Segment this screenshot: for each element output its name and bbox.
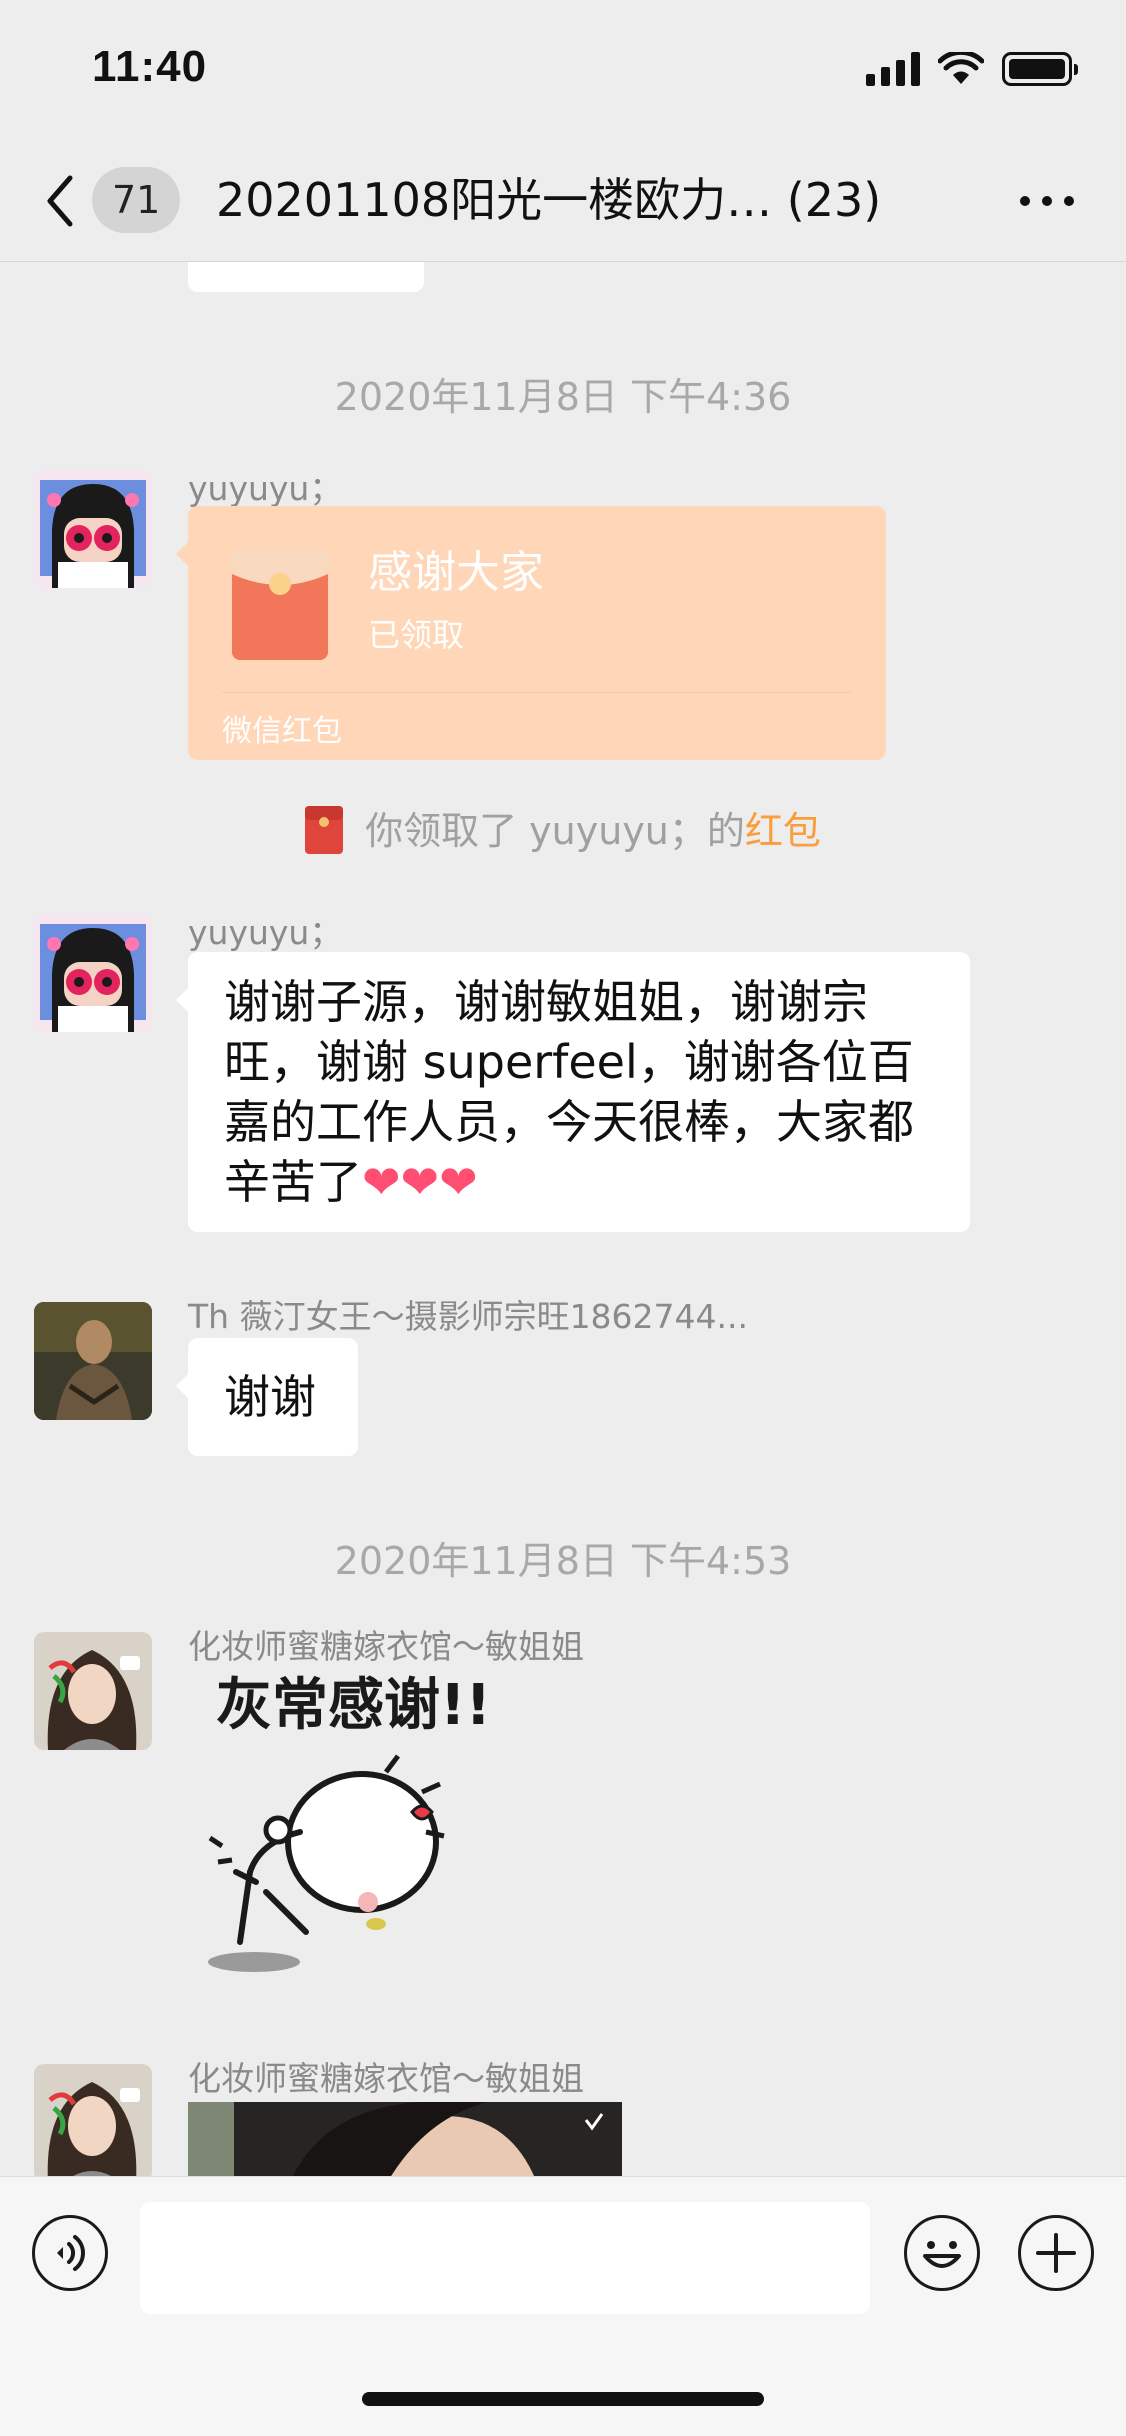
sender-name: Th 薇汀女王～摄影师宗旺1862744...	[188, 1297, 749, 1336]
nav-bar: 71 20201108阳光一楼欧力… (23)	[0, 140, 1126, 262]
home-indicator	[362, 2392, 764, 2406]
red-packet-footer: 微信红包	[222, 714, 342, 749]
avatar-photographer[interactable]	[34, 1302, 152, 1420]
sender-name: yuyuyu；	[188, 469, 343, 508]
avatar-yuyuyu[interactable]	[34, 470, 152, 588]
avatar-yuyuyu[interactable]	[34, 914, 152, 1032]
chat-title: 20201108阳光一楼欧力… (23)	[216, 173, 882, 227]
red-packet-mini-icon	[305, 806, 344, 854]
chevron-left-icon[interactable]	[40, 170, 80, 232]
red-packet-icon	[232, 550, 328, 660]
message-input[interactable]	[140, 2202, 870, 2314]
red-packet-message[interactable]: 感谢大家 已领取 微信红包	[176, 506, 886, 760]
thank-you-sticker[interactable]: 灰常感谢!!	[196, 1662, 536, 1982]
image-message[interactable]	[188, 2102, 622, 2176]
plus-icon[interactable]	[1018, 2215, 1094, 2291]
signal-icon	[866, 52, 920, 86]
avatar-makeup-artist[interactable]	[34, 2064, 152, 2176]
sender-name: 化妆师蜜糖嫁衣馆～敏姐姐	[188, 1627, 584, 1666]
message-bubble[interactable]: 谢谢子源，谢谢敏姐姐，谢谢宗旺，谢谢 superfeel，谢谢各位百嘉的工作人员…	[176, 952, 970, 1232]
status-icons	[866, 52, 1078, 86]
more-dots-icon[interactable]	[1020, 196, 1074, 206]
timestamp: 2020年11月8日 下午4:36	[334, 375, 792, 419]
message-text: 谢谢子源，谢谢敏姐姐，谢谢宗旺，谢谢 superfeel，谢谢各位百嘉的工作人员…	[224, 975, 914, 1209]
sender-name: 化妆师蜜糖嫁衣馆～敏姐姐	[188, 2059, 584, 2098]
red-packet-divider	[222, 692, 852, 693]
sender-name: yuyuyu；	[188, 913, 343, 952]
smiley-icon[interactable]	[904, 2215, 980, 2291]
system-note-text: 你领取了 yuyuyu；的	[365, 809, 745, 853]
chat-message-list[interactable]: 2020年11月8日 下午4:36 yuyuyu； 感谢大家 已领取 微信红包	[0, 262, 1126, 2176]
heart-emoji: ❤❤❤	[362, 1155, 478, 1209]
unread-count-badge[interactable]: 71	[92, 167, 181, 233]
red-packet-status: 已领取	[368, 616, 465, 654]
red-packet-link[interactable]: 红包	[745, 809, 821, 853]
timestamp: 2020年11月8日 下午4:53	[334, 1539, 792, 1583]
red-packet-title: 感谢大家	[368, 547, 544, 598]
previous-message-bubble[interactable]	[188, 262, 424, 292]
status-time: 11:40	[92, 42, 208, 91]
message-bubble[interactable]: 谢谢	[176, 1338, 358, 1456]
wifi-icon	[938, 52, 984, 84]
sticker-text: 灰常感谢!!	[216, 1673, 491, 1738]
system-note: 你领取了 yuyuyu；的红包	[0, 800, 1126, 855]
message-text: 谢谢	[224, 1370, 316, 1424]
voice-icon[interactable]	[32, 2215, 108, 2291]
battery-icon	[1002, 52, 1078, 86]
avatar-makeup-artist[interactable]	[34, 1632, 152, 1750]
status-bar: 11:40	[0, 0, 1126, 140]
